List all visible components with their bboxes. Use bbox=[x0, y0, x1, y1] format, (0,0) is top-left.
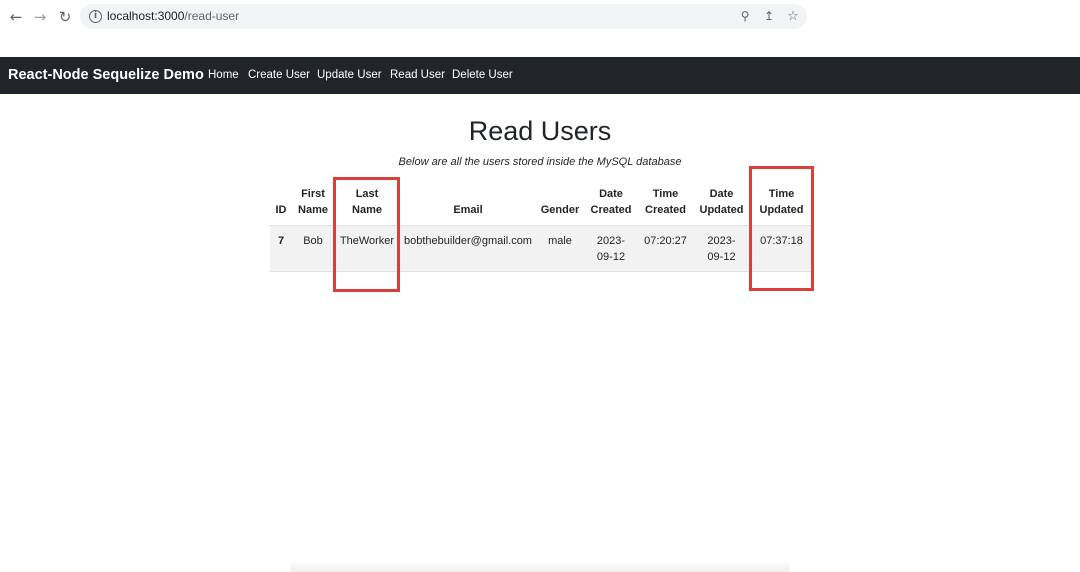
header-date-created-line1: Date bbox=[599, 187, 623, 200]
header-gender: Gender bbox=[536, 179, 584, 226]
header-date-updated-line2: Updated bbox=[699, 203, 744, 216]
nav-link-create-user[interactable]: Create User bbox=[248, 69, 310, 81]
site-info-icon[interactable]: i bbox=[89, 10, 102, 23]
cell-date-updated: 2023- 09-12 bbox=[693, 225, 750, 272]
nav-link-update-user[interactable]: Update User bbox=[317, 69, 382, 81]
header-time-created-line1: Time bbox=[652, 187, 679, 200]
header-email: Email bbox=[400, 179, 536, 226]
zoom-icon[interactable]: ⚲ bbox=[737, 8, 753, 24]
nav-link-home[interactable]: Home bbox=[208, 69, 239, 81]
nav-link-read-user[interactable]: Read User bbox=[390, 69, 445, 81]
page-title: Read Users bbox=[468, 116, 612, 146]
browser-toolbar: ← → ↻ i localhost:3000/read-user ⚲ ↥ ☆ bbox=[0, 0, 1080, 34]
reload-icon[interactable]: ↻ bbox=[55, 7, 75, 27]
highlight-box-last-name bbox=[333, 177, 400, 292]
header-time-created-line2: Created bbox=[645, 203, 686, 216]
cell-date-created: 2023- 09-12 bbox=[584, 225, 638, 272]
header-gender-label: Gender bbox=[540, 203, 580, 216]
cell-email: bobthebuilder@gmail.com bbox=[400, 225, 536, 272]
header-id-label: ID bbox=[275, 203, 287, 216]
app-navbar: React-Node Sequelize Demo Home Create Us… bbox=[0, 57, 1080, 94]
highlight-box-time-updated bbox=[749, 166, 814, 291]
header-date-created-line2: Created bbox=[590, 203, 632, 216]
navbar-brand[interactable]: React-Node Sequelize Demo bbox=[8, 67, 204, 83]
header-first-name-line2: Name bbox=[298, 203, 328, 216]
header-time-created: Time Created bbox=[638, 179, 693, 226]
cell-date-created-line2: 09-12 bbox=[596, 250, 626, 263]
cell-date-updated-line2: 09-12 bbox=[707, 250, 736, 263]
address-bar[interactable]: i localhost:3000/read-user ⚲ ↥ ☆ bbox=[80, 4, 807, 29]
url-path: /read-user bbox=[184, 9, 240, 23]
header-date-updated-line1: Date bbox=[709, 187, 734, 200]
cell-id: 7 bbox=[270, 225, 292, 272]
page-subtitle: Below are all the users stored inside th… bbox=[398, 156, 682, 168]
url-text[interactable]: localhost:3000/read-user bbox=[107, 9, 239, 23]
header-id: ID bbox=[270, 179, 292, 226]
url-host: localhost:3000 bbox=[107, 9, 185, 23]
cell-first-name: Bob bbox=[292, 225, 334, 272]
header-first-name-line1: First bbox=[301, 187, 325, 200]
back-arrow-icon[interactable]: ← bbox=[6, 7, 26, 27]
cell-date-created-line1: 2023- bbox=[596, 234, 626, 247]
nav-link-delete-user[interactable]: Delete User bbox=[452, 69, 513, 81]
cell-time-created: 07:20:27 bbox=[638, 225, 693, 272]
bottom-shadow bbox=[290, 560, 790, 572]
share-icon[interactable]: ↥ bbox=[761, 8, 777, 24]
header-email-label: Email bbox=[453, 203, 483, 216]
forward-arrow-icon[interactable]: → bbox=[30, 7, 50, 27]
header-date-updated: Date Updated bbox=[693, 179, 750, 226]
header-date-created: Date Created bbox=[584, 179, 638, 226]
cell-gender: male bbox=[536, 225, 584, 272]
bookmark-star-icon[interactable]: ☆ bbox=[785, 8, 801, 24]
cell-date-updated-line1: 2023- bbox=[707, 234, 736, 247]
header-first-name: First Name bbox=[292, 179, 334, 226]
